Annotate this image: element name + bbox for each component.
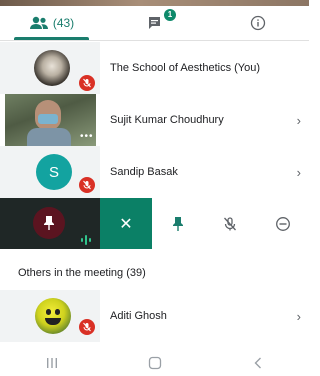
recent-apps-icon[interactable] (45, 357, 59, 369)
remove-participant-button[interactable] (275, 216, 291, 232)
participant-name: Sujit Kumar Choudhury (110, 114, 224, 126)
participant-tile (0, 198, 100, 249)
pin-button[interactable] (171, 216, 185, 232)
system-nav-bar (0, 350, 309, 376)
participant-row[interactable]: S Sandip Basak › (0, 146, 309, 198)
participant-action-bar: ✕ (0, 198, 309, 249)
avatar (35, 298, 71, 334)
tab-bar: (43) 1 (0, 6, 309, 40)
chat-unread-badge: 1 (164, 9, 176, 21)
tab-people[interactable]: (43) (0, 6, 103, 40)
chevron-right-icon[interactable]: › (297, 165, 301, 180)
section-heading: Others in the meeting (39) (18, 267, 146, 279)
more-options-icon[interactable]: ••• (80, 131, 94, 142)
participant-name: Sandip Basak (110, 166, 178, 178)
mute-button[interactable] (222, 216, 238, 232)
pin-icon (33, 207, 65, 239)
mic-off-icon (79, 75, 95, 91)
tab-divider (0, 40, 309, 41)
avatar-initial: S (36, 154, 72, 190)
chat-icon (148, 17, 160, 29)
close-icon: ✕ (119, 215, 133, 233)
participant-actions (152, 198, 309, 249)
participant-video: ••• (5, 94, 96, 146)
participant-row[interactable]: ••• Sujit Kumar Choudhury › (0, 94, 309, 146)
tab-info[interactable] (206, 6, 309, 40)
close-actions-button[interactable]: ✕ (100, 198, 152, 249)
avatar (34, 50, 70, 86)
mic-off-icon (79, 319, 95, 335)
audio-level-icon (80, 232, 92, 250)
home-icon[interactable] (148, 356, 162, 370)
mic-off-icon (79, 177, 95, 193)
info-icon (250, 15, 265, 31)
participant-row[interactable]: Aditi Ghosh › (0, 290, 309, 342)
chevron-right-icon[interactable]: › (297, 113, 301, 128)
tab-chat[interactable]: 1 (103, 6, 206, 40)
participant-name: The School of Aesthetics (You) (110, 62, 261, 74)
people-icon (29, 16, 48, 29)
chevron-right-icon[interactable]: › (297, 309, 301, 324)
back-icon[interactable] (252, 356, 264, 370)
people-count: (43) (52, 16, 75, 30)
participant-row[interactable]: The School of Aesthetics (You) (0, 42, 309, 94)
participant-name: Aditi Ghosh (110, 310, 167, 322)
